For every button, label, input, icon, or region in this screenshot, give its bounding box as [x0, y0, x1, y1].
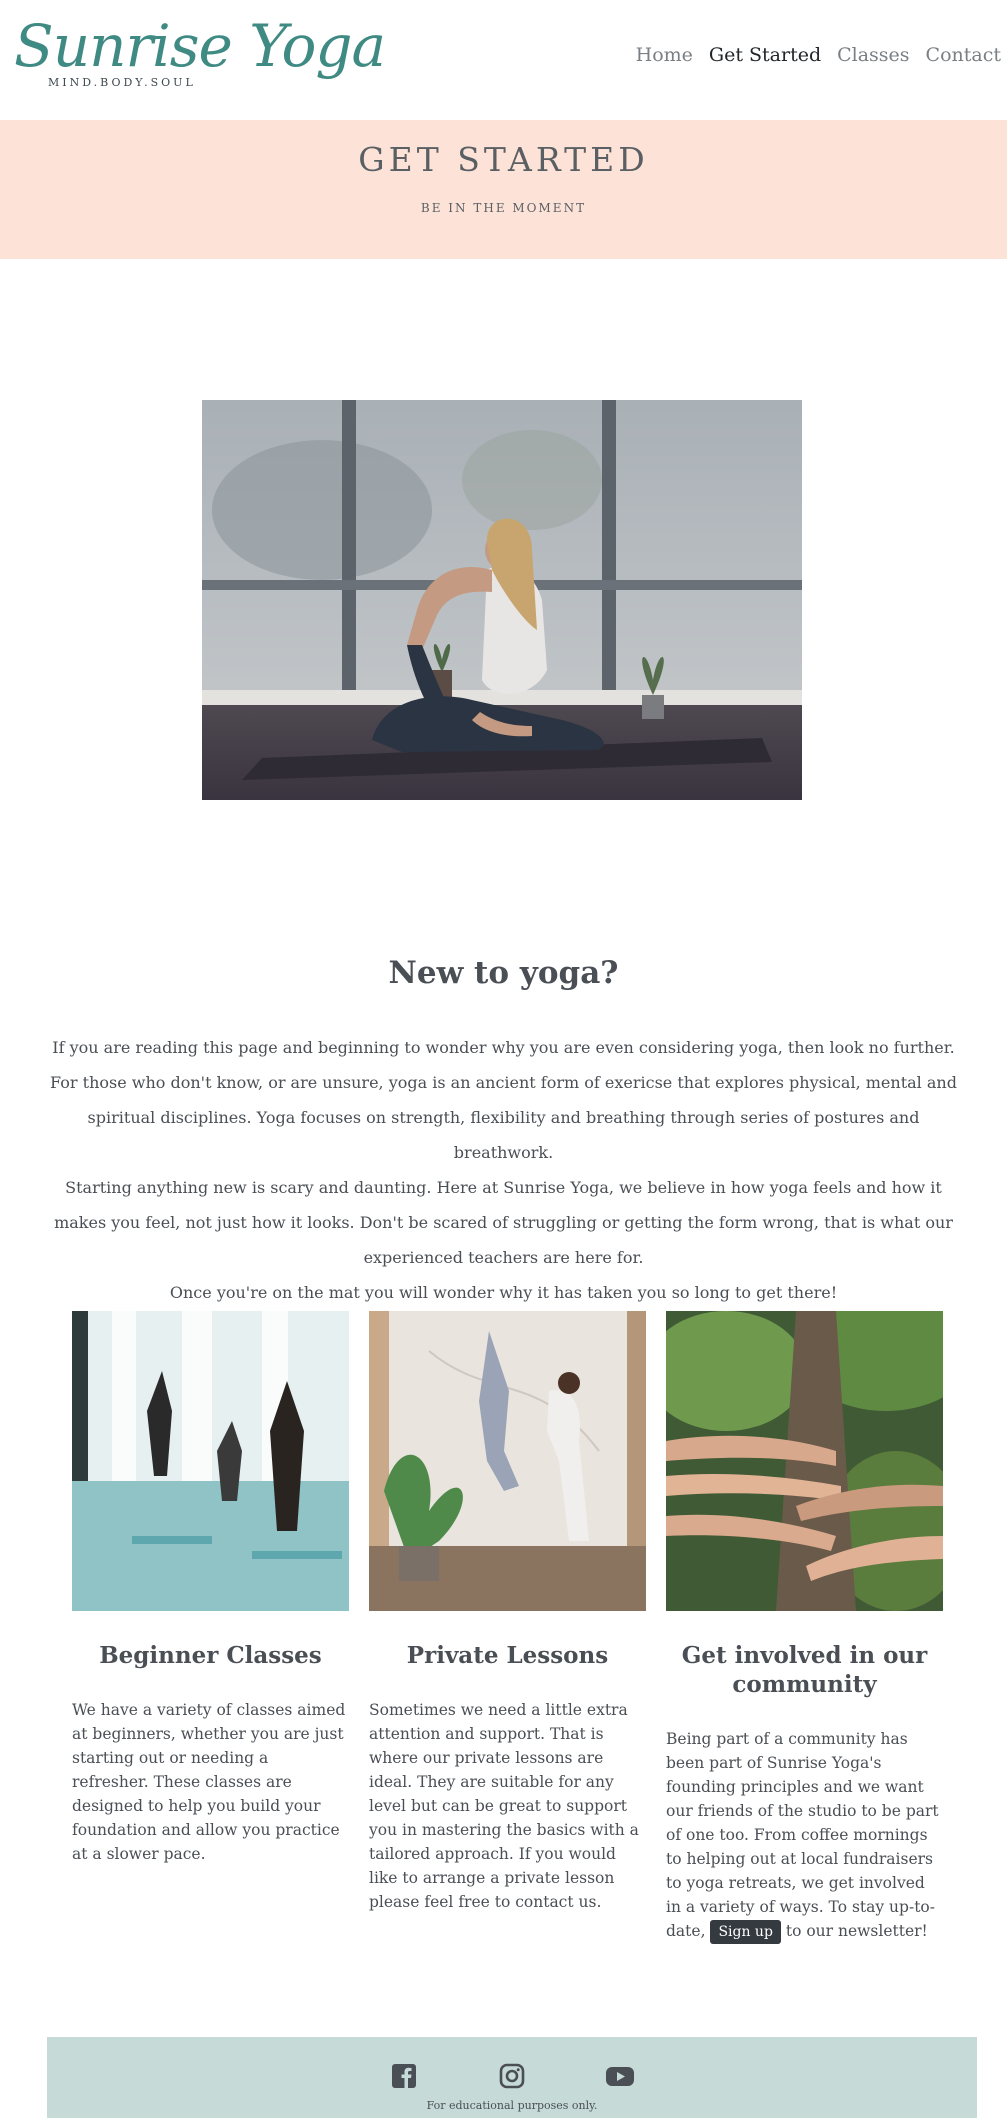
private-lessons-photo	[369, 1311, 646, 1611]
card-text: We have a variety of classes aimed at be…	[72, 1701, 346, 1863]
page-banner: GET STARTED BE IN THE MOMENT	[0, 120, 1007, 259]
hero-yoga-photo	[202, 400, 802, 800]
instagram-icon[interactable]	[497, 2063, 527, 2089]
community-text: Being part of a community has been part …	[666, 1730, 939, 1940]
nav-home[interactable]: Home	[636, 44, 693, 66]
intro-paragraph: Once you're on the mat you will wonder w…	[169, 1283, 838, 1302]
card-beginner-classes: Beginner Classes We have a variety of cl…	[72, 1311, 349, 1866]
youtube-icon[interactable]	[605, 2063, 635, 2089]
logo-tagline: MIND.BODY.SOUL	[48, 76, 196, 89]
signup-button[interactable]: Sign up	[710, 1920, 781, 1944]
card-private-lessons: Private Lessons Sometimes we need a litt…	[369, 1311, 646, 1914]
community-photo-illustration	[666, 1311, 943, 1611]
community-text-end: to our newsletter!	[785, 1922, 928, 1940]
card-title: Get involved in our community	[681, 1642, 928, 1698]
intro-paragraph: If you are reading this page and beginni…	[52, 1038, 955, 1057]
card-title: Beginner Classes	[99, 1642, 322, 1669]
page-subtitle: BE IN THE MOMENT	[420, 201, 587, 215]
beginner-classes-photo	[72, 1311, 349, 1611]
card-community: Get involved in our community Being part…	[666, 1311, 943, 1944]
card-text: Sometimes we need a little extra attenti…	[369, 1701, 639, 1911]
main-nav: Home Get Started Classes Contact	[636, 44, 1001, 66]
nav-classes[interactable]: Classes	[837, 44, 909, 66]
intro-paragraph: For those who don't know, or are unsure,…	[50, 1073, 957, 1162]
page-title: GET STARTED	[358, 140, 649, 179]
footer-note: For educational purposes only.	[426, 2099, 598, 2112]
site-header: Sunrise Yoga MIND.BODY.SOUL Home Get Sta…	[0, 0, 1007, 120]
community-photo	[666, 1311, 943, 1611]
intro-paragraph: Starting anything new is scary and daunt…	[54, 1178, 953, 1267]
intro-heading: New to yoga?	[388, 955, 619, 991]
site-footer: For educational purposes only.	[47, 2037, 977, 2118]
social-links	[47, 2063, 977, 2089]
beginner-photo-illustration	[72, 1311, 349, 1611]
card-text: Being part of a community has been part …	[666, 1727, 943, 1944]
card-title: Private Lessons	[406, 1642, 609, 1669]
logo-wordmark: Sunrise Yoga	[14, 12, 386, 80]
nav-get-started[interactable]: Get Started	[709, 44, 821, 66]
intro-body: If you are reading this page and beginni…	[50, 1030, 957, 1310]
site-logo[interactable]: Sunrise Yoga MIND.BODY.SOUL	[14, 6, 386, 92]
private-photo-illustration	[369, 1311, 646, 1611]
nav-contact[interactable]: Contact	[926, 44, 1001, 66]
facebook-icon[interactable]	[389, 2063, 419, 2089]
hero-photo-illustration	[202, 400, 802, 800]
